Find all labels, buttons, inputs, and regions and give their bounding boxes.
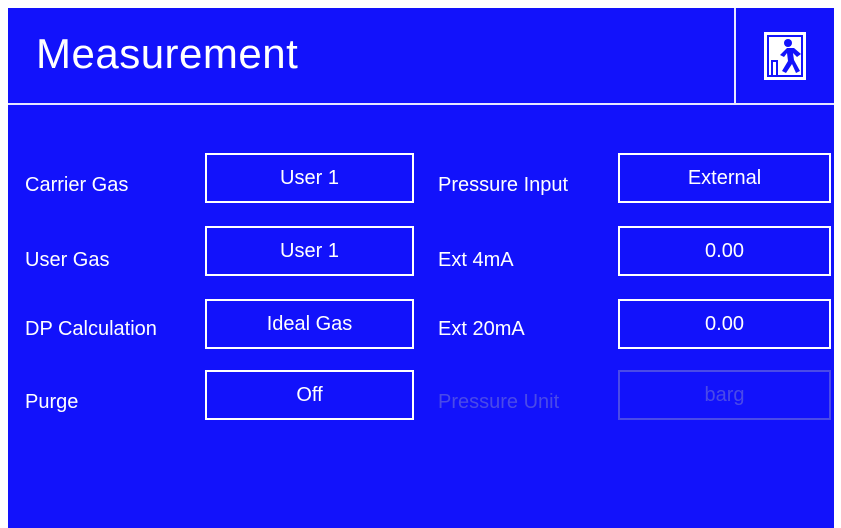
ext-4ma-label: Ext 4mA bbox=[438, 249, 514, 271]
purge-label: Purge bbox=[25, 391, 79, 413]
carrier-gas-field[interactable]: User 1 bbox=[205, 153, 414, 203]
purge-field[interactable]: Off bbox=[205, 370, 414, 420]
exit-button[interactable] bbox=[734, 8, 834, 103]
pressure-input-label: Pressure Input bbox=[438, 174, 569, 196]
ext-20ma-label: Ext 20mA bbox=[438, 318, 525, 340]
dp-calculation-label: DP Calculation bbox=[25, 318, 157, 340]
carrier-gas-label: Carrier Gas bbox=[25, 174, 129, 196]
measurement-screen: Measurement Carrier Gas User 1 User Gas … bbox=[8, 8, 834, 528]
pressure-input-field[interactable]: External bbox=[618, 153, 831, 203]
ext-20ma-field[interactable]: 0.00 bbox=[618, 299, 831, 349]
user-gas-field[interactable]: User 1 bbox=[205, 226, 414, 276]
pressure-unit-field: barg bbox=[618, 370, 831, 420]
dp-calculation-field[interactable]: Ideal Gas bbox=[205, 299, 414, 349]
pressure-unit-label: Pressure Unit bbox=[438, 391, 560, 413]
exit-icon bbox=[764, 31, 806, 80]
header-bar: Measurement bbox=[8, 8, 834, 105]
page-title: Measurement bbox=[36, 30, 299, 77]
user-gas-label: User Gas bbox=[25, 249, 110, 271]
ext-4ma-field[interactable]: 0.00 bbox=[618, 226, 831, 276]
